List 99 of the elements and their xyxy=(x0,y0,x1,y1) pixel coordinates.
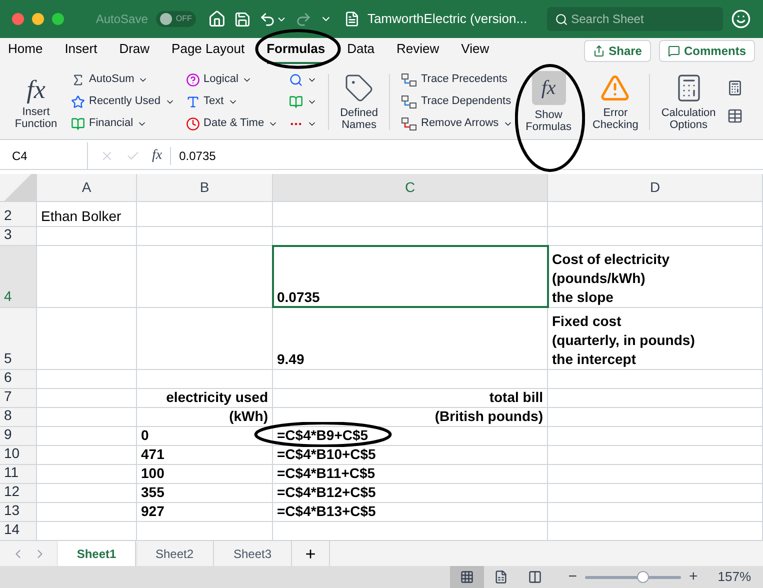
ribbon-tab[interactable]: Page Layout xyxy=(172,38,245,64)
warning-icon xyxy=(600,72,630,102)
function-menu-button[interactable] xyxy=(289,93,318,110)
clock-icon xyxy=(186,116,200,130)
view-button[interactable] xyxy=(450,566,484,588)
row-header[interactable]: 14 xyxy=(0,522,37,540)
show-formulas-icon: fx xyxy=(538,76,559,100)
sheet-tab[interactable]: Sheet1 xyxy=(58,541,136,566)
row-header[interactable]: 13 xyxy=(0,503,37,521)
cell-text: =C$4*B11+C$5 xyxy=(277,464,376,483)
page-break-icon xyxy=(528,570,542,584)
star-icon xyxy=(71,94,85,108)
calculation-options-button[interactable]: Calculation Options xyxy=(661,72,716,130)
question-icon xyxy=(186,72,200,86)
cell-text: electricity used xyxy=(166,388,268,407)
column-header[interactable]: A xyxy=(37,174,137,201)
formula-field[interactable]: 0.0735 xyxy=(179,146,216,164)
page-view-icon xyxy=(494,570,508,584)
share-icon xyxy=(592,45,605,57)
column-header[interactable]: D xyxy=(548,174,763,201)
home-icon[interactable] xyxy=(208,10,226,28)
magnifier-icon xyxy=(289,72,304,86)
smiley-icon[interactable] xyxy=(731,9,752,29)
row-header[interactable]: 5 xyxy=(0,308,37,369)
function-menu[interactable]: Financial xyxy=(71,115,175,132)
auditing-button[interactable]: Trace Precedents xyxy=(401,71,513,88)
comments-button[interactable]: Comments xyxy=(658,40,755,62)
save-icon[interactable] xyxy=(234,10,251,28)
undo-icon[interactable] xyxy=(258,10,276,28)
ribbon-tab[interactable]: Review xyxy=(396,38,440,64)
search-icon xyxy=(555,13,568,26)
insert-function-icon[interactable]: fx xyxy=(152,145,162,166)
cell-text: =C$4*B13+C$5 xyxy=(277,502,376,521)
cell-text: =C$4*B9+C$5 xyxy=(277,426,368,445)
cell-text: 100 xyxy=(141,464,164,483)
row-header[interactable]: 4 xyxy=(0,246,37,307)
row-header[interactable]: 6 xyxy=(0,370,37,388)
zoom-in-button[interactable]: + xyxy=(684,566,702,588)
ribbon-tab[interactable]: View xyxy=(461,38,490,64)
auditing-button[interactable]: Trace Dependents xyxy=(401,93,513,110)
cell-text: Fixed cost (quarterly, in pounds) the intercept xyxy=(552,312,695,369)
grid-view-icon xyxy=(460,570,474,584)
cell-text: Ethan Bolker xyxy=(41,207,122,226)
calculate-sheet-icon[interactable] xyxy=(726,108,743,124)
function-menu[interactable]: Logical xyxy=(186,71,278,88)
dependents-icon xyxy=(401,94,417,108)
function-menu[interactable]: Text xyxy=(186,93,278,110)
cell-text: =C$4*B10+C$5 xyxy=(277,445,376,464)
cell-text: 471 xyxy=(141,445,164,464)
precedents-icon xyxy=(401,72,417,86)
cell-text: 355 xyxy=(141,483,164,502)
ribbon-tab[interactable]: Home xyxy=(8,38,43,64)
function-menu[interactable]: AutoSum xyxy=(71,71,175,88)
name-box[interactable]: C4 xyxy=(0,142,88,169)
zoom-level: 157% xyxy=(718,568,751,586)
row-header[interactable]: 7 xyxy=(0,389,37,407)
document-title: TamworthElectric (version... xyxy=(367,10,528,28)
error-checking-button[interactable]: Error Checking xyxy=(592,72,638,130)
ledger-icon xyxy=(71,116,85,130)
book-icon xyxy=(289,94,304,108)
slider-thumb[interactable] xyxy=(636,571,649,583)
row-header[interactable]: 10 xyxy=(0,446,37,464)
cell-text: 0.0735 xyxy=(277,288,320,307)
defined-names-button[interactable]: Defined Names xyxy=(340,72,378,130)
ribbon-tab[interactable]: Draw xyxy=(119,38,150,64)
letter-icon xyxy=(186,94,200,108)
cell-text: Cost of electricity (pounds/kWh) the slope xyxy=(552,250,670,307)
row-header[interactable]: 2 xyxy=(0,202,37,226)
zoom-out-button[interactable]: − xyxy=(564,566,581,588)
cell-text: total bill xyxy=(489,388,543,407)
auditing-button[interactable]: Remove Arrows xyxy=(401,115,513,132)
insert-function-button[interactable]: fx Insert Function xyxy=(12,74,60,130)
autosave-label: AutoSave xyxy=(96,11,148,28)
zoom-slider[interactable] xyxy=(584,571,681,583)
row-header[interactable]: 9 xyxy=(0,427,37,445)
remove-arrows-icon xyxy=(401,116,417,130)
ribbon-tab[interactable]: Insert xyxy=(64,38,98,64)
cell-text: (kWh) xyxy=(229,407,268,426)
row-header[interactable]: 11 xyxy=(0,465,37,483)
cell-text: 9.49 xyxy=(277,350,304,369)
share-button[interactable]: Share xyxy=(584,40,651,62)
ribbon-tab[interactable]: Data xyxy=(347,38,375,64)
cell-text: =C$4*B12+C$5 xyxy=(277,483,376,502)
row-header[interactable]: 12 xyxy=(0,484,37,502)
cell-text: 0 xyxy=(141,426,149,445)
column-header[interactable]: C xyxy=(273,174,548,201)
comment-icon xyxy=(668,45,680,57)
function-menu-button[interactable] xyxy=(289,71,318,88)
document-icon xyxy=(344,11,360,27)
function-menu[interactable]: Recently Used xyxy=(71,93,175,110)
cell-text: (British pounds) xyxy=(434,407,543,426)
tag-icon xyxy=(344,72,374,102)
sigma-icon xyxy=(71,72,85,86)
row-header[interactable]: 3 xyxy=(0,227,37,245)
row-header[interactable]: 8 xyxy=(0,408,37,426)
cell-text: 927 xyxy=(141,502,164,521)
calculate-now-icon[interactable] xyxy=(726,80,743,96)
fx-icon: fx xyxy=(26,74,46,106)
function-menu[interactable]: Date & Time xyxy=(186,115,278,132)
